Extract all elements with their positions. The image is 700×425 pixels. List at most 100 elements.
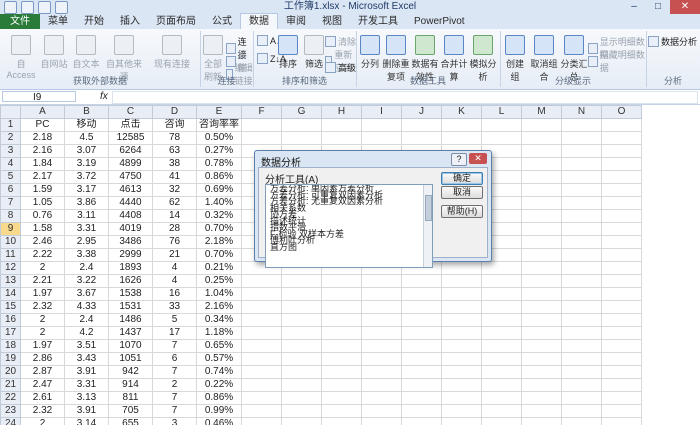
cell[interactable] xyxy=(441,274,482,288)
cell[interactable]: 2.18% xyxy=(196,235,242,249)
column-header-d[interactable]: D xyxy=(152,105,197,119)
cell[interactable] xyxy=(561,222,602,236)
row-header[interactable]: 13 xyxy=(0,274,21,288)
close-icon[interactable]: ✕ xyxy=(469,153,487,164)
tab-8[interactable]: 视图 xyxy=(314,14,350,29)
cell[interactable]: 2.22 xyxy=(20,248,65,262)
cell[interactable]: 2.87 xyxy=(20,365,65,379)
cell[interactable]: 655 xyxy=(108,417,153,425)
column-header-l[interactable]: L xyxy=(481,105,522,119)
cell[interactable] xyxy=(241,131,282,145)
cell[interactable] xyxy=(241,417,282,425)
cell[interactable]: 6264 xyxy=(108,144,153,158)
cell[interactable] xyxy=(521,378,562,392)
cell[interactable]: 4 xyxy=(152,261,197,275)
cell[interactable]: 7 xyxy=(152,391,197,405)
cell[interactable] xyxy=(441,352,482,366)
cell[interactable] xyxy=(281,274,322,288)
cell[interactable] xyxy=(321,131,362,145)
cell[interactable]: 2.32 xyxy=(20,404,65,418)
list-item[interactable]: 直方图 xyxy=(266,242,432,250)
cell[interactable]: 4 xyxy=(152,274,197,288)
cell[interactable] xyxy=(441,391,482,405)
cell[interactable] xyxy=(321,404,362,418)
cell[interactable] xyxy=(401,118,442,132)
cell[interactable]: 5 xyxy=(152,313,197,327)
cell[interactable]: 2 xyxy=(20,313,65,327)
cell[interactable] xyxy=(441,417,482,425)
help-icon[interactable]: ? xyxy=(451,153,467,166)
cell[interactable] xyxy=(281,300,322,314)
cell[interactable] xyxy=(521,144,562,158)
row-header[interactable]: 7 xyxy=(0,196,21,210)
cell[interactable]: 1.58 xyxy=(20,222,65,236)
cell[interactable]: 0.70% xyxy=(196,222,242,236)
cell[interactable] xyxy=(481,300,522,314)
cell[interactable]: 2.16% xyxy=(196,300,242,314)
cell[interactable] xyxy=(521,235,562,249)
cell[interactable] xyxy=(601,300,642,314)
cell[interactable] xyxy=(281,404,322,418)
cell[interactable] xyxy=(441,326,482,340)
cell[interactable] xyxy=(601,222,642,236)
help-button[interactable]: 帮助(H) xyxy=(441,205,483,218)
row-header[interactable]: 21 xyxy=(0,378,21,392)
cell[interactable] xyxy=(281,313,322,327)
cell[interactable]: 0.86% xyxy=(196,170,242,184)
column-header-b[interactable]: B xyxy=(64,105,109,119)
cell[interactable] xyxy=(561,170,602,184)
cell[interactable] xyxy=(401,339,442,353)
cell[interactable] xyxy=(481,313,522,327)
tab-9[interactable]: 开发工具 xyxy=(350,14,406,29)
cell[interactable] xyxy=(281,391,322,405)
cell[interactable] xyxy=(521,261,562,275)
cell[interactable]: 28 xyxy=(152,222,197,236)
tab-2[interactable]: 开始 xyxy=(76,14,112,29)
cell[interactable] xyxy=(401,274,442,288)
from-web-button[interactable]: 自网站 xyxy=(38,35,70,70)
cell[interactable] xyxy=(601,261,642,275)
cell[interactable]: 0.69% xyxy=(196,183,242,197)
cell[interactable]: 4613 xyxy=(108,183,153,197)
cell[interactable] xyxy=(521,248,562,262)
cell[interactable] xyxy=(321,352,362,366)
cell[interactable]: 3.51 xyxy=(64,339,109,353)
cell[interactable]: 14 xyxy=(152,209,197,223)
cell[interactable] xyxy=(561,326,602,340)
cell[interactable]: 3.43 xyxy=(64,352,109,366)
cell[interactable]: 1.84 xyxy=(20,157,65,171)
cell[interactable] xyxy=(481,274,522,288)
cell[interactable] xyxy=(401,417,442,425)
cell[interactable]: 7 xyxy=(152,404,197,418)
row-header[interactable]: 24 xyxy=(0,417,21,425)
row-header[interactable]: 2 xyxy=(0,131,21,145)
cell[interactable] xyxy=(241,287,282,301)
cell[interactable]: 0.99% xyxy=(196,404,242,418)
cell[interactable] xyxy=(601,339,642,353)
cell[interactable] xyxy=(521,157,562,171)
cell[interactable] xyxy=(361,326,402,340)
cell[interactable] xyxy=(561,417,602,425)
cell[interactable] xyxy=(241,274,282,288)
analysis-tools-list[interactable]: 方差分析: 单因素方差分析 方差分析: 可重复双因素分析 方差分析: 无重复双因素分… xyxy=(265,184,433,268)
cell[interactable]: 1.04% xyxy=(196,287,242,301)
cell[interactable]: 41 xyxy=(152,170,197,184)
cell[interactable] xyxy=(561,261,602,275)
cell[interactable]: 4.2 xyxy=(64,326,109,340)
cell[interactable] xyxy=(521,365,562,379)
filter-button[interactable]: 筛选 xyxy=(303,35,325,70)
cell[interactable] xyxy=(481,378,522,392)
cell[interactable] xyxy=(281,326,322,340)
scrollbar-thumb[interactable] xyxy=(425,195,432,221)
cell[interactable] xyxy=(601,209,642,223)
cell[interactable]: 2 xyxy=(20,261,65,275)
cell[interactable] xyxy=(601,274,642,288)
cell[interactable]: 2 xyxy=(20,417,65,425)
cell[interactable]: 4019 xyxy=(108,222,153,236)
maximize-button[interactable]: □ xyxy=(646,0,670,14)
cell[interactable] xyxy=(481,404,522,418)
cell[interactable] xyxy=(561,235,602,249)
cell[interactable]: 1.59 xyxy=(20,183,65,197)
cell[interactable]: 1538 xyxy=(108,287,153,301)
cell[interactable] xyxy=(561,352,602,366)
